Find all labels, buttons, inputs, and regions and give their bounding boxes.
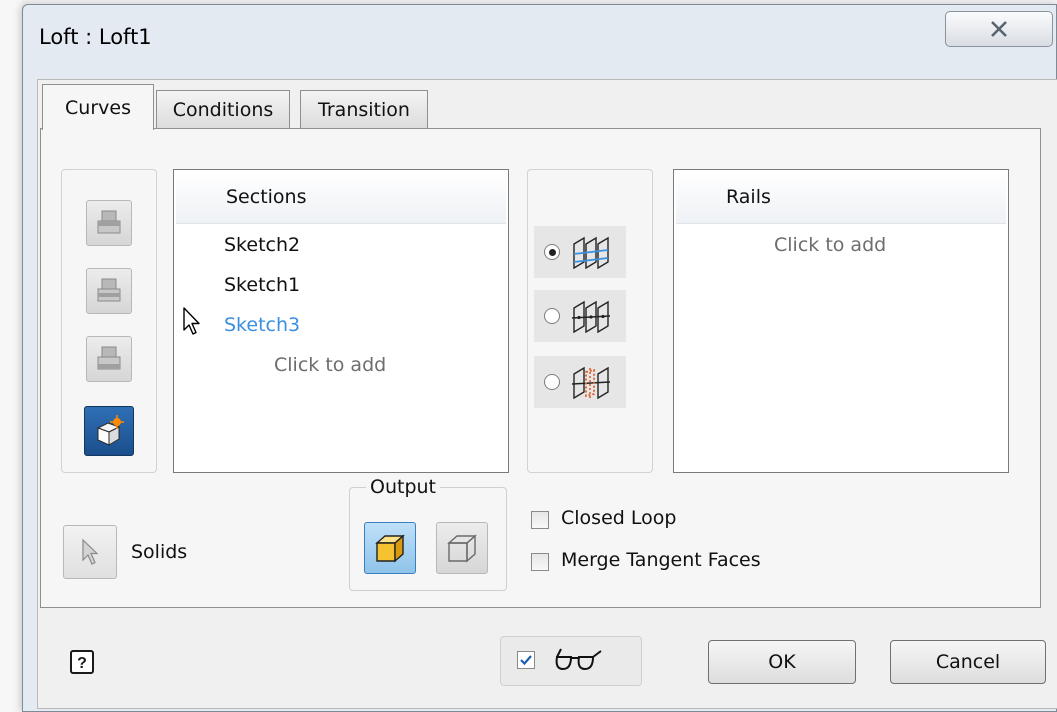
rails-mode-icon [573,236,609,270]
ok-button[interactable]: OK [708,640,856,684]
help-icon: ? [70,650,94,674]
checkmark-icon [520,655,532,666]
glasses-preview-icon [555,648,602,671]
area-loft-mode-icon [571,366,611,400]
sections-header: Sections [176,172,506,224]
section-toolbar [61,169,157,473]
tab-curves-label: Curves [65,96,131,119]
merge-tangent-faces-checkbox[interactable] [531,553,549,571]
desktop-background [0,0,22,712]
select-arrow-icon [82,538,99,565]
mode-option-rails[interactable] [534,226,626,278]
title-bar: Loft : Loft1 [23,5,1056,75]
solids-select-button[interactable] [63,525,117,579]
tab-conditions[interactable]: Conditions [156,90,290,128]
sections-list[interactable]: Sections Sketch2 Sketch1 Sketch3 Click t… [173,169,509,473]
dialog-client-area: Curves Conditions Transition Sections Sk… [37,79,1057,709]
tab-curves[interactable]: Curves [42,84,154,130]
loft-mode-group [527,169,653,473]
mode-rails-radio[interactable] [544,244,560,260]
rails-click-to-add[interactable]: Click to add [774,234,886,256]
rails-list[interactable]: Rails Click to add [673,169,1009,473]
closed-loop-checkbox[interactable] [531,511,549,529]
tab-transition-label: Transition [318,98,410,121]
preview-checkbox[interactable] [517,651,535,669]
section-up-icon [97,210,121,234]
curves-tab-panel: Sections Sketch2 Sketch1 Sketch3 Click t… [40,128,1041,608]
section-down-icon [97,346,121,370]
create-sketch-icon [96,415,124,446]
rails-header: Rails [676,172,1006,224]
cancel-button[interactable]: Cancel [890,640,1046,684]
output-legend: Output [366,476,440,498]
ok-button-label: OK [768,651,796,673]
radio-selected-dot [548,248,556,256]
move-section-middle-button[interactable] [86,268,132,314]
output-solid-button[interactable] [364,522,416,574]
mode-centerline-radio[interactable] [544,308,560,324]
centerline-mode-icon [571,300,611,334]
solids-label: Solids [131,541,188,563]
tab-transition[interactable]: Transition [300,90,428,128]
preview-toggle[interactable] [500,636,642,686]
move-section-down-button[interactable] [86,336,132,382]
section-middle-icon [97,278,121,302]
mouse-cursor-icon [183,307,200,335]
close-button[interactable] [945,11,1053,47]
section-item-sketch2[interactable]: Sketch2 [224,234,300,256]
merge-tangent-faces-label[interactable]: Merge Tangent Faces [561,549,761,571]
cancel-button-label: Cancel [935,651,1001,673]
mode-area-loft-radio[interactable] [544,374,560,390]
surface-output-icon [447,534,477,563]
tab-conditions-label: Conditions [172,98,274,121]
sections-click-to-add[interactable]: Click to add [274,354,386,376]
section-item-sketch3[interactable]: Sketch3 [224,314,300,336]
output-group: Output [349,476,507,591]
create-sketch-button[interactable] [84,406,134,456]
close-x-icon [991,21,1007,37]
move-section-up-button[interactable] [86,200,132,246]
mode-option-area-loft[interactable] [534,356,626,408]
loft-dialog: Loft : Loft1 Curves Conditions Transitio… [22,4,1057,712]
output-surface-button[interactable] [436,522,488,574]
mode-option-centerline[interactable] [534,290,626,342]
dialog-title: Loft : Loft1 [39,25,152,49]
closed-loop-label[interactable]: Closed Loop [561,507,676,529]
solid-output-icon [375,534,405,563]
help-button[interactable]: ? [66,646,100,680]
rails-header-label: Rails [726,186,771,208]
sections-header-label: Sections [226,186,307,208]
section-item-sketch1[interactable]: Sketch1 [224,274,300,296]
svg-text:?: ? [77,655,87,672]
